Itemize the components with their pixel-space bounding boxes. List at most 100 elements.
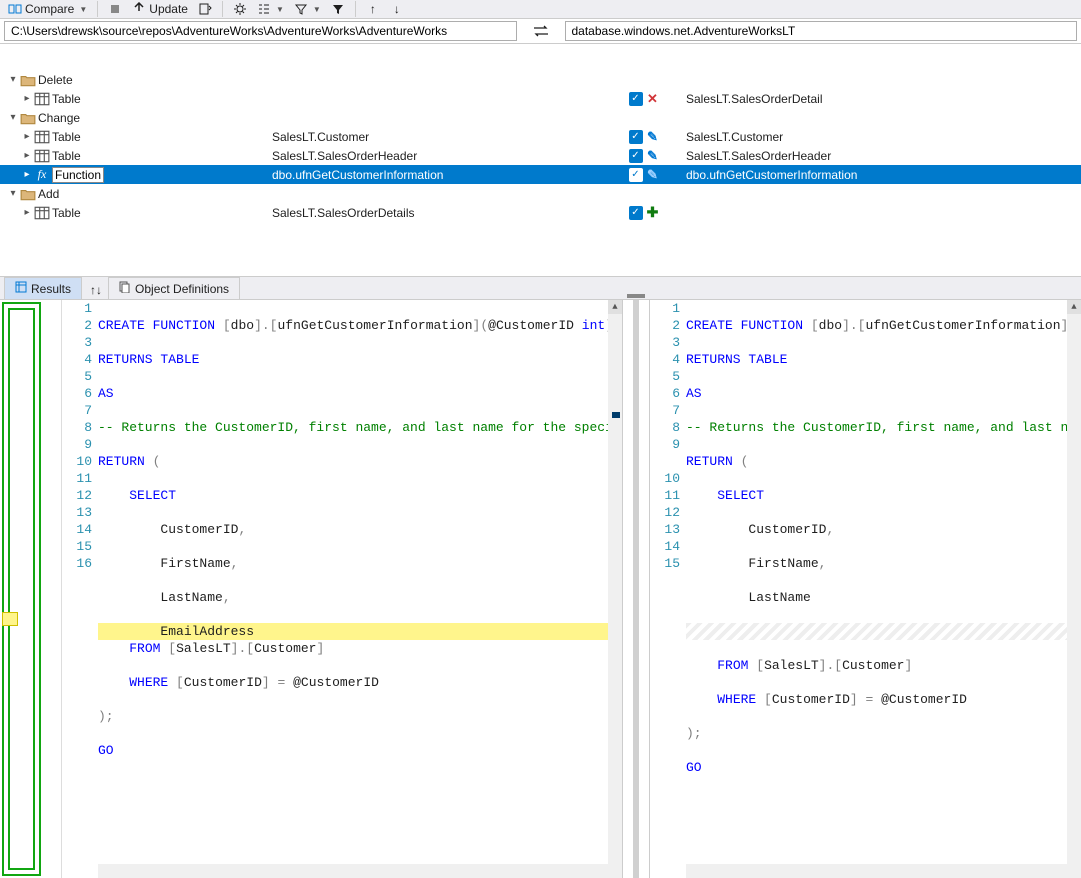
diff-viewer: 12345678910111213141516 CREATE FUNCTION …	[0, 299, 1081, 878]
tab-object-definitions[interactable]: Object Definitions	[108, 277, 240, 299]
change-header-row[interactable]: ▸ Table SalesLT.SalesOrderHeader ✓✎ Sale…	[0, 146, 1081, 165]
tab-defs-label: Object Definitions	[135, 282, 229, 296]
update-label: Update	[149, 2, 188, 16]
tab-results-label: Results	[31, 282, 71, 296]
filter-icon	[294, 2, 308, 16]
group-icon	[257, 2, 271, 16]
folder-icon	[20, 111, 36, 125]
row-target: SalesLT.SalesOrderHeader	[686, 149, 831, 163]
row-target: dbo.ufnGetCustomerInformation	[686, 168, 857, 182]
path-row	[0, 19, 1081, 44]
row-target: SalesLT.SalesOrderDetail	[686, 92, 823, 106]
expand-icon[interactable]: ▸	[20, 93, 34, 104]
row-source: SalesLT.SalesOrderHeader	[272, 149, 417, 163]
change-function-row[interactable]: ▸ fx Function dbo.ufnGetCustomerInformat…	[0, 165, 1081, 184]
row-type: Function	[52, 167, 104, 183]
source-code[interactable]: CREATE FUNCTION [dbo].[ufnGetCustomerInf…	[98, 300, 622, 878]
scrollbar-vertical[interactable]: ▲	[608, 300, 622, 878]
source-code-pane[interactable]: 12345678910111213141516 CREATE FUNCTION …	[62, 300, 622, 878]
row-source: dbo.ufnGetCustomerInformation	[272, 168, 443, 182]
script-button[interactable]	[194, 0, 216, 18]
row-source: SalesLT.SalesOrderDetails	[272, 206, 415, 220]
source-path-box	[0, 19, 521, 43]
collapse-icon[interactable]: ▾	[6, 74, 20, 85]
target-gutter: 123456789 101112131415	[650, 300, 686, 878]
row-type: Table	[52, 92, 81, 106]
scroll-up-icon[interactable]: ▲	[1067, 300, 1081, 314]
tab-results[interactable]: Results	[4, 277, 82, 299]
gear-icon	[233, 2, 247, 16]
target-code[interactable]: CREATE FUNCTION [dbo].[ufnGetCustomerInf…	[686, 300, 1081, 878]
include-checkbox[interactable]: ✓	[629, 130, 643, 144]
include-checkbox[interactable]: ✓	[629, 92, 643, 106]
arrow-down-icon: ↓	[390, 2, 404, 16]
source-gutter: 12345678910111213141516	[62, 300, 98, 878]
target-path-input[interactable]	[565, 21, 1078, 41]
group-change-row[interactable]: ▾ Change	[0, 108, 1081, 127]
scrollbar-horizontal[interactable]	[98, 864, 608, 878]
separator	[355, 1, 356, 17]
collapse-icon[interactable]: ▾	[6, 112, 20, 123]
add-details-row[interactable]: ▸ Table SalesLT.SalesOrderDetails ✓✚	[0, 203, 1081, 222]
compare-button[interactable]: Compare ▼	[4, 0, 91, 18]
include-checkbox[interactable]: ✓	[629, 168, 643, 182]
delete-table-row[interactable]: ▸ Table ✓✕ SalesLT.SalesOrderDetail	[0, 89, 1081, 108]
target-code-pane[interactable]: 123456789 101112131415 CREATE FUNCTION […	[650, 300, 1081, 878]
expand-icon[interactable]: ▸	[20, 150, 34, 161]
function-icon: fx	[34, 168, 50, 182]
script-icon	[198, 2, 212, 16]
overview-marker	[2, 612, 18, 626]
update-button[interactable]: Update	[128, 0, 192, 18]
scrollbar-horizontal[interactable]	[686, 864, 1067, 878]
compare-label: Compare	[25, 2, 74, 16]
expand-icon[interactable]: ▸	[20, 169, 34, 180]
minimap-marker	[612, 412, 620, 418]
sort-icon: ↑↓	[90, 283, 102, 297]
compare-icon	[8, 2, 22, 16]
results-icon	[15, 281, 27, 296]
table-icon	[34, 149, 50, 163]
bottom-tabs: Results ↑↓ Object Definitions	[0, 276, 1081, 299]
options-button[interactable]	[229, 0, 251, 18]
group-delete-label: Delete	[38, 73, 73, 87]
filter-solid-icon	[331, 2, 345, 16]
row-source: SalesLT.Customer	[272, 130, 369, 144]
filter2-button[interactable]	[327, 0, 349, 18]
row-type: Table	[52, 130, 81, 144]
diff-overview[interactable]	[0, 300, 62, 878]
separator	[97, 1, 98, 17]
include-checkbox[interactable]: ✓	[629, 149, 643, 163]
folder-icon	[20, 73, 36, 87]
table-icon	[34, 130, 50, 144]
expand-icon[interactable]: ▸	[20, 207, 34, 218]
group-button[interactable]: ▼	[253, 0, 288, 18]
defs-icon	[119, 281, 131, 296]
table-icon	[34, 206, 50, 220]
filter-button[interactable]: ▼	[290, 0, 325, 18]
update-icon	[132, 2, 146, 16]
swap-button[interactable]	[521, 24, 561, 38]
scroll-up-icon[interactable]: ▲	[608, 300, 622, 314]
delete-action-icon: ✕	[646, 92, 660, 106]
edit-action-icon: ✎	[646, 168, 660, 182]
compare-dropdown-icon: ▼	[79, 5, 87, 14]
table-icon	[34, 92, 50, 106]
group-add-row[interactable]: ▾ Add	[0, 184, 1081, 203]
change-customer-row[interactable]: ▸ Table SalesLT.Customer ✓✎ SalesLT.Cust…	[0, 127, 1081, 146]
group-delete-row[interactable]: ▾ Delete	[0, 70, 1081, 89]
collapse-icon[interactable]: ▾	[6, 188, 20, 199]
scrollbar-vertical[interactable]: ▲	[1067, 300, 1081, 878]
pane-divider[interactable]	[622, 300, 650, 878]
main-toolbar: Compare ▼ Update ▼ ▼ ↑ ↓	[0, 0, 1081, 19]
next-diff-button[interactable]: ↓	[386, 0, 408, 18]
stop-button[interactable]	[104, 0, 126, 18]
filter-dropdown-icon: ▼	[313, 5, 321, 14]
edit-action-icon: ✎	[646, 149, 660, 163]
include-checkbox[interactable]: ✓	[629, 206, 643, 220]
source-path-input[interactable]	[4, 21, 517, 41]
stop-icon	[108, 2, 122, 16]
prev-diff-button[interactable]: ↑	[362, 0, 384, 18]
sort-button[interactable]: ↑↓	[84, 281, 108, 299]
expand-icon[interactable]: ▸	[20, 131, 34, 142]
row-type: Table	[52, 149, 81, 163]
